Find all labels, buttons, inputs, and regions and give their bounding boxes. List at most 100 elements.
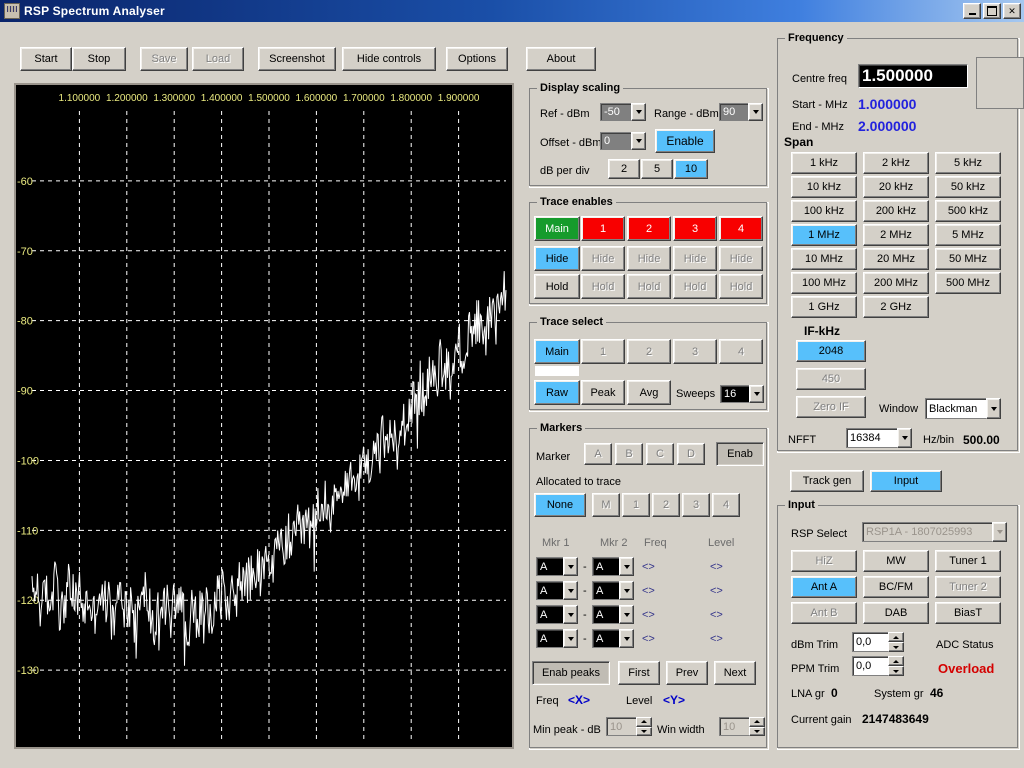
trace-hold-3-button[interactable]: Hold xyxy=(673,274,717,299)
span-5mhz-button[interactable]: 5 MHz xyxy=(935,224,1001,246)
marker-row-mkr2-combo[interactable]: A xyxy=(592,557,634,576)
trace-hide-2-button[interactable]: Hide xyxy=(627,246,671,271)
nfft-combo[interactable]: 16384 xyxy=(846,428,912,448)
span-200khz-button[interactable]: 200 kHz xyxy=(863,200,929,222)
trace-enable-1-button[interactable]: 1 xyxy=(581,216,625,241)
close-button[interactable]: ✕ xyxy=(1003,3,1021,19)
min-peak-spinner[interactable]: 10 xyxy=(606,717,652,736)
trace-hold-1-button[interactable]: Hold xyxy=(581,274,625,299)
trace-select-1-button[interactable]: 1 xyxy=(581,339,625,364)
prev-peak-button[interactable]: Prev xyxy=(666,661,708,685)
span-50khz-button[interactable]: 50 kHz xyxy=(935,176,1001,198)
input-hiz-button[interactable]: HiZ xyxy=(791,550,857,572)
db-per-div-2-button[interactable]: 2 xyxy=(608,159,640,179)
allocation-2-button[interactable]: 2 xyxy=(652,493,680,517)
chevron-down-icon[interactable] xyxy=(563,557,578,576)
allocation-1-button[interactable]: 1 xyxy=(622,493,650,517)
input-dab-button[interactable]: DAB xyxy=(863,602,929,624)
frequency-keypad-area[interactable] xyxy=(976,57,1024,109)
trace-hide-1-button[interactable]: Hide xyxy=(581,246,625,271)
trace-select-main-button[interactable]: Main xyxy=(534,339,580,364)
db-per-div-5-button[interactable]: 5 xyxy=(641,159,673,179)
span-20mhz-button[interactable]: 20 MHz xyxy=(863,248,929,270)
span-1ghz-button[interactable]: 1 GHz xyxy=(791,296,857,318)
marker-b-button[interactable]: B xyxy=(615,443,643,465)
trace-select-2-button[interactable]: 2 xyxy=(627,339,671,364)
span-1mhz-button[interactable]: 1 MHz xyxy=(791,224,857,246)
trace-enable-2-button[interactable]: 2 xyxy=(627,216,671,241)
dbm-trim-spinner[interactable]: 0,0 xyxy=(852,632,904,652)
ppm-trim-spinner[interactable]: 0,0 xyxy=(852,656,904,676)
start-button[interactable]: Start xyxy=(20,47,72,71)
trace-mode-raw-button[interactable]: Raw xyxy=(534,380,580,405)
input-tuner1-button[interactable]: Tuner 1 xyxy=(935,550,1001,572)
chevron-down-icon[interactable] xyxy=(619,581,634,600)
chevron-down-icon[interactable] xyxy=(563,605,578,624)
chevron-down-icon[interactable] xyxy=(992,522,1007,542)
trace-hide-main-button[interactable]: Hide xyxy=(534,246,580,271)
input-ant-b-button[interactable]: Ant B xyxy=(791,602,857,624)
zero-if-button[interactable]: Zero IF xyxy=(796,396,866,418)
spinner-down-icon[interactable] xyxy=(888,666,904,676)
trace-hold-2-button[interactable]: Hold xyxy=(627,274,671,299)
chevron-down-icon[interactable] xyxy=(619,557,634,576)
next-peak-button[interactable]: Next xyxy=(714,661,756,685)
span-2ghz-button[interactable]: 2 GHz xyxy=(863,296,929,318)
trace-enable-3-button[interactable]: 3 xyxy=(673,216,717,241)
span-2khz-button[interactable]: 2 kHz xyxy=(863,152,929,174)
input-mw-button[interactable]: MW xyxy=(863,550,929,572)
input-tuner2-button[interactable]: Tuner 2 xyxy=(935,576,1001,598)
spinner-down-icon[interactable] xyxy=(636,726,652,736)
trace-mode-peak-button[interactable]: Peak xyxy=(581,380,625,405)
span-500mhz-button[interactable]: 500 MHz xyxy=(935,272,1001,294)
span-1khz-button[interactable]: 1 kHz xyxy=(791,152,857,174)
spinner-up-icon[interactable] xyxy=(888,632,904,642)
trace-hold-4-button[interactable]: Hold xyxy=(719,274,763,299)
chevron-down-icon[interactable] xyxy=(986,398,1001,419)
trace-enable-4-button[interactable]: 4 xyxy=(719,216,763,241)
spinner-up-icon[interactable] xyxy=(749,717,765,727)
span-100khz-button[interactable]: 100 kHz xyxy=(791,200,857,222)
sweeps-combo[interactable]: 16 xyxy=(720,385,764,403)
span-5khz-button[interactable]: 5 kHz xyxy=(935,152,1001,174)
spectrum-plot[interactable]: 1.100000 1.200000 1.300000 1.400000 1.500000… xyxy=(14,83,514,749)
if-450-button[interactable]: 450 xyxy=(796,368,866,390)
trace-hide-4-button[interactable]: Hide xyxy=(719,246,763,271)
chevron-down-icon[interactable] xyxy=(631,103,646,121)
save-button[interactable]: Save xyxy=(140,47,188,71)
allocation-3-button[interactable]: 3 xyxy=(682,493,710,517)
options-button[interactable]: Options xyxy=(446,47,508,71)
input-bc-fm-button[interactable]: BC/FM xyxy=(863,576,929,598)
marker-enab-button[interactable]: Enab xyxy=(716,442,764,466)
chevron-down-icon[interactable] xyxy=(563,581,578,600)
trace-select-4-button[interactable]: 4 xyxy=(719,339,763,364)
load-button[interactable]: Load xyxy=(192,47,244,71)
if-2048-button[interactable]: 2048 xyxy=(796,340,866,362)
input-biast-button[interactable]: BiasT xyxy=(935,602,1001,624)
spinner-up-icon[interactable] xyxy=(636,717,652,727)
marker-row-mkr1-combo[interactable]: A xyxy=(536,629,578,648)
maximize-button[interactable] xyxy=(983,3,1001,19)
span-2mhz-button[interactable]: 2 MHz xyxy=(863,224,929,246)
spinner-down-icon[interactable] xyxy=(749,726,765,736)
trace-hide-3-button[interactable]: Hide xyxy=(673,246,717,271)
marker-row-mkr1-combo[interactable]: A xyxy=(536,581,578,600)
marker-row-mkr1-combo[interactable]: A xyxy=(536,605,578,624)
chevron-down-icon[interactable] xyxy=(748,103,763,121)
spectrum-plot-canvas[interactable]: 1.100000 1.200000 1.300000 1.400000 1.500000… xyxy=(16,85,512,747)
allocation-4-button[interactable]: 4 xyxy=(712,493,740,517)
about-button[interactable]: About xyxy=(526,47,596,71)
first-peak-button[interactable]: First xyxy=(618,661,660,685)
trace-select-3-button[interactable]: 3 xyxy=(673,339,717,364)
span-500khz-button[interactable]: 500 kHz xyxy=(935,200,1001,222)
chevron-down-icon[interactable] xyxy=(619,629,634,648)
offset-enable-button[interactable]: Enable xyxy=(655,129,715,153)
chevron-down-icon[interactable] xyxy=(631,132,646,150)
marker-d-button[interactable]: D xyxy=(677,443,705,465)
chevron-down-icon[interactable] xyxy=(897,428,912,448)
spinner-down-icon[interactable] xyxy=(888,642,904,652)
span-10mhz-button[interactable]: 10 MHz xyxy=(791,248,857,270)
win-width-spinner[interactable]: 10 xyxy=(719,717,765,736)
span-10khz-button[interactable]: 10 kHz xyxy=(791,176,857,198)
stop-button[interactable]: Stop xyxy=(72,47,126,71)
